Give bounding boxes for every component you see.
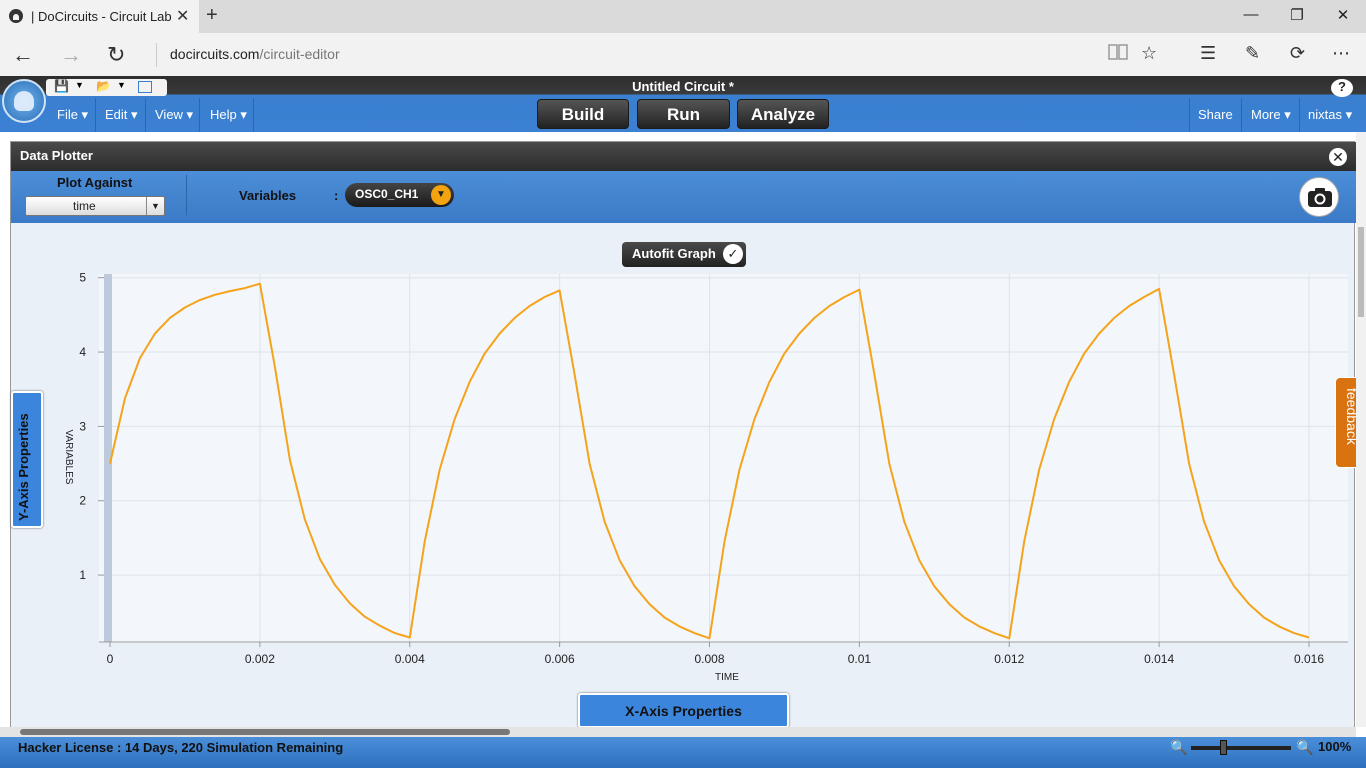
y-tick-label: 2 — [79, 494, 86, 508]
y-tick-label: 1 — [79, 568, 86, 582]
zoom-in-icon[interactable]: 🔍 — [1296, 739, 1313, 756]
zoom-out-icon[interactable]: 🔍 — [1170, 739, 1187, 756]
x-tick-label: 0.002 — [245, 652, 275, 666]
x-axis-properties-tab[interactable]: X-Axis Properties — [578, 693, 789, 728]
horizontal-scroll-thumb[interactable] — [20, 729, 510, 735]
y-tick-label: 4 — [79, 345, 86, 359]
x-tick-label: 0 — [107, 652, 114, 666]
license-status: Hacker License : 14 Days, 220 Simulation… — [18, 740, 344, 755]
horizontal-scrollbar[interactable] — [0, 727, 1356, 737]
vertical-scrollbar[interactable] — [1356, 132, 1366, 727]
zoom-slider-handle[interactable] — [1220, 740, 1227, 755]
plot-area — [99, 274, 1348, 643]
zoom-slider[interactable] — [1191, 746, 1291, 750]
y-axis-label: VARIABLES — [63, 430, 74, 485]
x-tick-label: 0.01 — [848, 652, 872, 666]
x-axis-label: TIME — [715, 672, 739, 683]
zoom-level: 100% — [1318, 739, 1352, 754]
x-tick-labels: 0 0.002 0.004 0.006 0.008 0.01 0.012 0.014 0.016 — [107, 642, 1324, 666]
status-bar: Hacker License : 14 Days, 220 Simulation… — [0, 737, 1366, 768]
vertical-scroll-thumb[interactable] — [1358, 227, 1364, 317]
y-axis-properties-label: Y-Axis Properties — [16, 413, 31, 521]
x-tick-label: 0.016 — [1294, 652, 1324, 666]
x-tick-label: 0.006 — [545, 652, 575, 666]
data-plot-chart: 0 0.002 0.004 0.006 0.008 0.01 0.012 0.014 0.016… — [63, 271, 1348, 683]
y-axis-properties-tab[interactable]: Y-Axis Properties — [11, 391, 43, 528]
y-tick-label: 5 — [79, 271, 86, 285]
x-tick-label: 0.012 — [994, 652, 1024, 666]
y-tick-label: 3 — [79, 419, 86, 433]
x-tick-label: 0.004 — [395, 652, 425, 666]
x-tick-label: 0.008 — [694, 652, 724, 666]
x-tick-label: 0.014 — [1144, 652, 1174, 666]
